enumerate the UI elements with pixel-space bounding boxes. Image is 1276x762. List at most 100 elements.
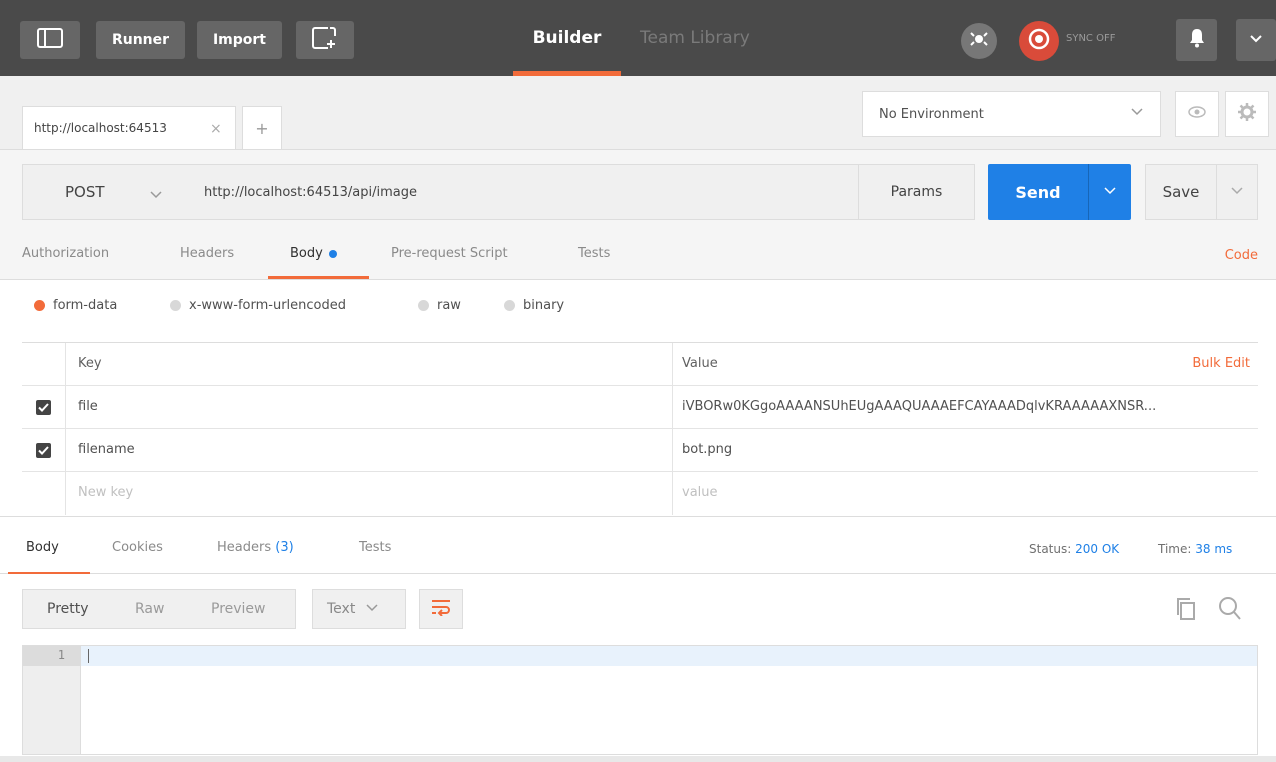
method-select[interactable]: POST	[22, 164, 186, 220]
bottom-scrollbar[interactable]	[0, 756, 1276, 762]
response-tab-body[interactable]: Body	[26, 540, 59, 555]
params-button[interactable]: Params	[858, 164, 975, 220]
table-row: filename bot.png	[22, 429, 1258, 472]
active-line-highlight	[81, 646, 1257, 666]
gear-icon	[1237, 102, 1257, 126]
new-tab-button[interactable]: +	[242, 106, 282, 149]
sync-icon	[1026, 26, 1052, 56]
key-field[interactable]: file	[78, 399, 98, 414]
notifications-button[interactable]	[1176, 19, 1217, 61]
column-divider	[672, 429, 673, 472]
radio-urlencoded[interactable]: x-www-form-urlencoded	[170, 298, 346, 313]
text-cursor	[88, 649, 89, 663]
search-icon[interactable]	[1218, 596, 1242, 626]
url-input[interactable]: http://localhost:64513/api/image	[185, 164, 859, 220]
copy-icon[interactable]	[1175, 597, 1197, 625]
key-field[interactable]: filename	[78, 442, 135, 457]
import-button[interactable]: Import	[197, 21, 282, 59]
time-value: 38 ms	[1195, 542, 1233, 556]
row-checkbox[interactable]	[36, 400, 51, 415]
account-menu-button[interactable]	[1236, 19, 1276, 61]
row-checkbox[interactable]	[36, 443, 51, 458]
time-label: Time:	[1158, 542, 1192, 556]
request-tab-label: http://localhost:64513	[34, 121, 167, 135]
new-key-input[interactable]: New key	[78, 485, 133, 500]
response-body-editor[interactable]: 1	[22, 645, 1258, 755]
request-tab[interactable]: http://localhost:64513	[22, 106, 236, 149]
request-subtabs: Authorization Headers Body Pre-request S…	[0, 236, 1276, 280]
interceptor-button[interactable]	[961, 23, 997, 59]
time-readout: Time: 38 ms	[1158, 542, 1232, 556]
wrap-lines-button[interactable]	[419, 589, 463, 629]
generate-code-link[interactable]: Code	[1225, 248, 1258, 263]
send-button[interactable]: Send	[988, 164, 1088, 220]
column-divider	[672, 472, 673, 515]
new-row: New key value	[22, 472, 1258, 515]
row-checkbox-cell	[22, 386, 66, 429]
radio-raw-label: raw	[437, 298, 461, 313]
top-toolbar: Runner Import Builder Team Library SYNC …	[0, 0, 1276, 76]
tab-team-library[interactable]: Team Library	[640, 0, 750, 76]
sync-button[interactable]	[1019, 21, 1059, 61]
radio-binary[interactable]: binary	[504, 298, 564, 313]
radio-dot	[418, 300, 429, 311]
new-value-input[interactable]: value	[682, 485, 1258, 500]
column-divider	[672, 386, 673, 429]
environment-quick-look-button[interactable]	[1175, 91, 1219, 137]
radio-binary-label: binary	[523, 298, 565, 313]
column-divider	[672, 343, 673, 386]
radio-form-data[interactable]: form-data	[34, 298, 117, 313]
value-column-header: Value	[682, 356, 718, 371]
tab-pre-request-script[interactable]: Pre-request Script	[391, 246, 508, 261]
tab-tests[interactable]: Tests	[578, 246, 610, 261]
send-options-button[interactable]	[1088, 164, 1131, 220]
body-type-options: form-data x-www-form-urlencoded raw bina…	[0, 280, 1276, 342]
manage-environments-button[interactable]	[1225, 91, 1269, 137]
sync-status-label: SYNC OFF	[1066, 33, 1116, 44]
view-raw-button[interactable]: Raw	[135, 601, 164, 617]
active-subtab-indicator	[268, 276, 369, 279]
wrap-lines-icon	[430, 598, 452, 620]
radio-form-data-label: form-data	[53, 298, 118, 313]
sidebar-icon	[37, 28, 63, 52]
radio-dot	[504, 300, 515, 311]
radio-urlencoded-label: x-www-form-urlencoded	[189, 298, 347, 313]
environment-label: No Environment	[879, 106, 984, 122]
bulk-edit-link[interactable]: Bulk Edit	[1192, 356, 1250, 371]
close-tab-icon[interactable]: ×	[210, 121, 222, 137]
chevron-down-icon	[149, 186, 163, 204]
tab-builder[interactable]: Builder	[513, 0, 621, 76]
row-checkbox-cell	[22, 472, 66, 515]
row-checkbox-cell	[22, 429, 66, 472]
response-tabs: Body Cookies Headers (3) Tests Status: 2…	[0, 516, 1276, 575]
save-options-button[interactable]	[1216, 164, 1258, 220]
status-readout: Status: 200 OK	[1029, 542, 1119, 556]
save-button[interactable]: Save	[1145, 164, 1217, 220]
toggle-sidebar-button[interactable]	[20, 21, 80, 59]
tab-body[interactable]: Body	[290, 246, 337, 261]
key-column-header: Key	[78, 356, 102, 371]
environment-select[interactable]: No Environment	[862, 91, 1161, 137]
radio-raw[interactable]: raw	[418, 298, 461, 313]
value-field[interactable]: iVBORw0KGgoAAAANSUhEUgAAAQUAAAEFCAYAAADq…	[682, 399, 1258, 414]
response-tab-headers[interactable]: Headers (3)	[217, 540, 294, 555]
new-window-button[interactable]	[296, 21, 354, 59]
tab-headers[interactable]: Headers	[180, 246, 234, 261]
runner-button[interactable]: Runner	[96, 21, 185, 59]
radio-selected-dot	[34, 300, 45, 311]
chevron-down-icon	[1103, 185, 1117, 200]
line-number: 1	[57, 648, 65, 662]
eye-icon	[1187, 105, 1207, 123]
view-preview-button[interactable]: Preview	[211, 601, 266, 617]
checkbox-column-header	[22, 343, 66, 386]
new-window-icon	[312, 26, 338, 54]
body-indicator-dot	[328, 249, 337, 258]
format-select[interactable]: Text	[312, 589, 406, 629]
form-data-table: Key Value Bulk Edit file iVBORw0KGgoAAAA…	[22, 342, 1258, 515]
tab-authorization[interactable]: Authorization	[22, 246, 109, 261]
headers-count: (3)	[275, 540, 294, 555]
view-pretty-button[interactable]: Pretty	[47, 601, 89, 617]
response-tab-tests[interactable]: Tests	[359, 540, 391, 555]
response-tab-cookies[interactable]: Cookies	[112, 540, 163, 555]
value-field[interactable]: bot.png	[682, 442, 1258, 457]
